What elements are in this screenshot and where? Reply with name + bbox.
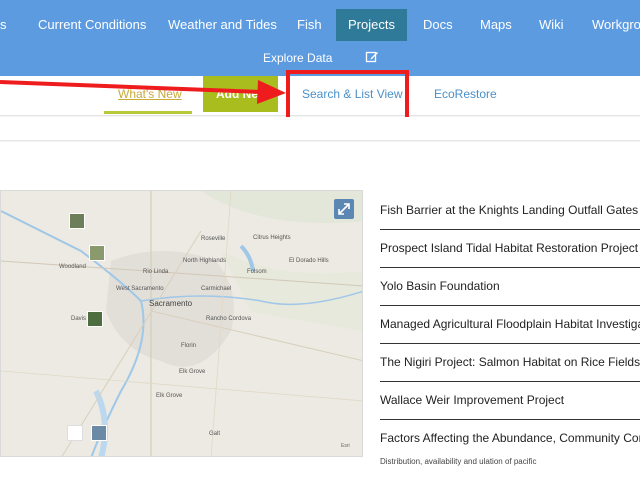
map-label: Elk Grove xyxy=(156,393,183,399)
project-marker-thumbnail[interactable] xyxy=(67,425,83,441)
nav-item-partial[interactable]: s xyxy=(0,9,19,41)
map-attribution: Esri xyxy=(341,443,350,449)
project-list-item[interactable]: Factors Affecting the Abundance, Communi… xyxy=(380,420,640,458)
map-label: Sacramento xyxy=(149,299,193,308)
map-label: Roseville xyxy=(201,236,226,242)
map-label: Folsom xyxy=(247,269,267,275)
map-label: Citrus Heights xyxy=(253,235,291,241)
nav-item-projects[interactable]: Projects xyxy=(336,9,407,41)
map-label: Carmichael xyxy=(201,286,232,292)
nav-item-weather-tides[interactable]: Weather and Tides xyxy=(156,9,289,41)
project-list-item[interactable]: Fish Barrier at the Knights Landing Outf… xyxy=(380,192,640,230)
nav-item-current-conditions[interactable]: Current Conditions xyxy=(26,9,158,41)
map-label: El Dorado Hills xyxy=(289,258,329,264)
map-label: Woodland xyxy=(59,264,86,270)
map-label: West Sacramento xyxy=(116,286,164,292)
main-menu: s Current Conditions Weather and Tides F… xyxy=(0,0,640,46)
highlight-annotation-box xyxy=(286,70,409,122)
expand-icon xyxy=(338,203,350,215)
project-marker-thumbnail[interactable] xyxy=(69,213,85,229)
project-list-item[interactable]: Prospect Island Tidal Habitat Restoratio… xyxy=(380,230,640,268)
nav-item-maps[interactable]: Maps xyxy=(468,9,524,41)
map-basemap xyxy=(1,191,362,456)
project-marker-thumbnail[interactable] xyxy=(87,311,103,327)
map-label: Elk Grove xyxy=(179,369,206,375)
explore-data-link[interactable]: Explore Data xyxy=(263,51,332,65)
map-label: Florin xyxy=(181,343,197,349)
project-list-item[interactable]: Yolo Basin Foundation xyxy=(380,268,640,306)
app-window: s Current Conditions Weather and Tides F… xyxy=(0,0,640,480)
map-label: Rio Linda xyxy=(143,269,169,275)
ecorestore-tab[interactable]: EcoRestore xyxy=(434,87,497,101)
spacer-band xyxy=(0,117,640,141)
map-label: North Highlands xyxy=(183,258,227,264)
project-list-item[interactable]: Managed Agricultural Floodplain Habitat … xyxy=(380,306,640,344)
map-label: Galt xyxy=(209,431,221,437)
project-list: Fish Barrier at the Knights Landing Outf… xyxy=(380,192,640,458)
active-tab-underline xyxy=(104,111,192,114)
nav-item-workgroups[interactable]: Workgrou xyxy=(580,9,640,41)
project-marker-thumbnail[interactable] xyxy=(91,425,107,441)
map-label: Rancho Cordova xyxy=(206,316,252,322)
project-list-item[interactable]: Wallace Weir Improvement Project xyxy=(380,382,640,420)
nav-item-docs[interactable]: Docs xyxy=(411,9,465,41)
arrow-annotation-icon xyxy=(0,80,286,104)
top-nav: s Current Conditions Weather and Tides F… xyxy=(0,0,640,76)
edit-icon[interactable] xyxy=(365,50,379,64)
map-label: Davis xyxy=(71,316,87,322)
project-marker-thumbnail[interactable] xyxy=(89,245,105,261)
project-list-item[interactable]: The Nigiri Project: Salmon Habitat on Ri… xyxy=(380,344,640,382)
expand-map-button[interactable] xyxy=(334,199,354,219)
project-map[interactable]: Woodland Davis Sacramento Elk Grove Rose… xyxy=(0,190,363,457)
nav-item-fish[interactable]: Fish xyxy=(285,9,334,41)
nav-item-wiki[interactable]: Wiki xyxy=(527,9,576,41)
project-description-snippet: Distribution, availability and ulation o… xyxy=(380,457,537,466)
